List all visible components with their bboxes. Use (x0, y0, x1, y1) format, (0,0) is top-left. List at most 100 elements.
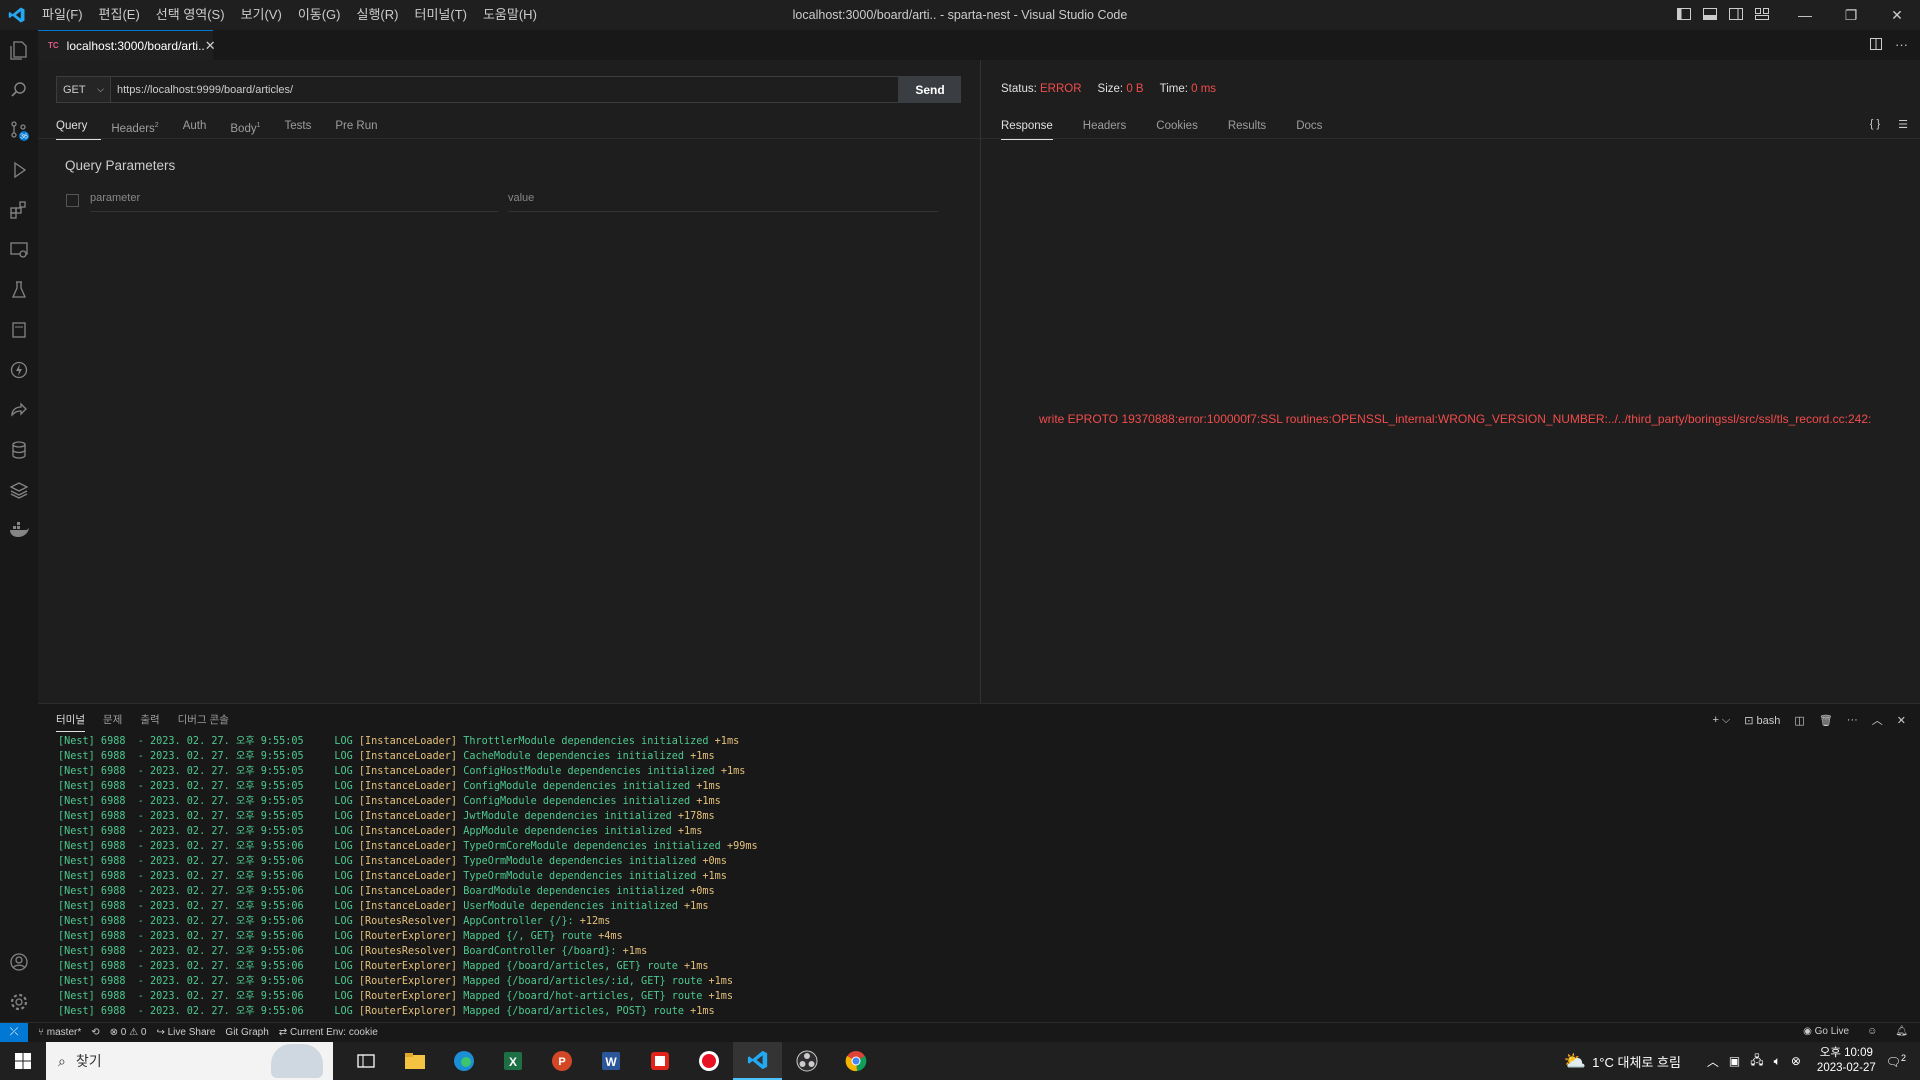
toggle-panel-icon[interactable] (1702, 6, 1718, 22)
split-terminal-icon[interactable]: ◫ (1794, 714, 1804, 727)
notifications-bell-icon[interactable]: 🔔︎ (1895, 1026, 1908, 1037)
tab-problems[interactable]: 문제 (103, 712, 122, 732)
chrome-icon[interactable] (831, 1042, 880, 1080)
word-icon[interactable]: W (586, 1042, 635, 1080)
feedback-icon[interactable]: ☺ (1867, 1026, 1877, 1037)
database-icon[interactable] (0, 430, 38, 470)
param-value-input[interactable]: value (508, 188, 938, 212)
maximize-panel-icon[interactable]: ︿ (1872, 712, 1883, 728)
split-editor-icon[interactable] (1869, 37, 1883, 54)
explorer-icon[interactable] (0, 30, 38, 70)
vscode-icon[interactable] (733, 1042, 782, 1080)
file-explorer-icon[interactable] (390, 1042, 439, 1080)
env-indicator[interactable]: ⇄ Current Env: cookie (279, 1027, 378, 1038)
log-prefix: [Nest] 6988 - 2023. 02. 27. 오후 9:55:05 (58, 736, 304, 747)
chevron-up-icon[interactable]: ︿ (1707, 1053, 1719, 1070)
remote-indicator-icon[interactable]: ⤫ (0, 1022, 28, 1043)
editor-tab-thunder-request[interactable]: TC localhost:3000/board/arti.. ✕ (38, 30, 216, 60)
tab-output[interactable]: 출력 (140, 712, 159, 732)
battery-icon[interactable]: ⊗ (1791, 1054, 1801, 1068)
url-input[interactable]: https://localhost:9999/board/articles/ (111, 76, 899, 103)
run-debug-icon[interactable] (0, 150, 38, 190)
tab-tests[interactable]: Tests (285, 116, 326, 140)
menu-go[interactable]: 이동(G) (290, 0, 349, 30)
menu-file[interactable]: 파일(F) (34, 0, 91, 30)
obs-icon[interactable] (782, 1042, 831, 1080)
volume-icon[interactable]: 🔈︎ (1774, 1054, 1781, 1069)
extensions-icon[interactable] (0, 190, 38, 230)
weather-icon[interactable]: ⛅ (1564, 1051, 1586, 1072)
testing-icon[interactable] (0, 270, 38, 310)
more-panel-icon[interactable]: ··· (1847, 714, 1858, 726)
thunder-client-icon[interactable] (0, 350, 38, 390)
menu-run[interactable]: 실행(R) (349, 0, 407, 30)
problems-indicator[interactable]: ⊗ 0 ⚠ 0 (110, 1027, 147, 1038)
toggle-secondary-sidebar-icon[interactable] (1728, 6, 1744, 22)
send-button[interactable]: Send (899, 76, 961, 103)
edge-icon[interactable] (439, 1042, 488, 1080)
weather-text[interactable]: 1°C 대체로 흐림 (1592, 1052, 1681, 1071)
restore-icon[interactable]: ❐ (1828, 0, 1874, 30)
terminal-output[interactable]: [Nest] 6988 - 2023. 02. 27. 오후 9:55:05 L… (58, 734, 758, 1019)
tab-query[interactable]: Query (56, 116, 102, 140)
close-window-icon[interactable]: ✕ (1874, 0, 1920, 30)
docker-icon[interactable] (0, 510, 38, 550)
recorder-icon[interactable] (684, 1042, 733, 1080)
notification-center-icon[interactable]: 🗨︎2 (1886, 1053, 1906, 1069)
live-share-icon[interactable] (0, 390, 38, 430)
tab-cookies[interactable]: Cookies (1156, 116, 1198, 140)
go-live-button[interactable]: ◉ Go Live (1803, 1026, 1849, 1037)
terminal-shell-label[interactable]: ⊡ bash (1744, 714, 1780, 727)
clock[interactable]: 오후 10:09 2023-02-27 (1817, 1046, 1876, 1076)
taskbar-search[interactable]: ⌕ 찾기 (46, 1042, 333, 1080)
tab-terminal[interactable]: 터미널 (56, 712, 85, 732)
powerpoint-icon[interactable]: P (537, 1042, 586, 1080)
menu-terminal[interactable]: 터미널(T) (406, 0, 474, 30)
tab-results[interactable]: Results (1228, 116, 1266, 140)
close-panel-icon[interactable]: ✕ (1897, 714, 1906, 727)
new-terminal-icon[interactable]: + ⌵ (1712, 714, 1730, 727)
customize-layout-icon[interactable] (1754, 6, 1770, 22)
search-icon[interactable] (0, 70, 38, 110)
network-icon[interactable]: 🖧 (1750, 1051, 1763, 1072)
tab-debug-console[interactable]: 디버그 콘솔 (178, 712, 229, 732)
menu-selection[interactable]: 선택 영역(S) (148, 0, 233, 30)
source-control-icon[interactable]: 36 (0, 110, 38, 150)
more-actions-icon[interactable]: ··· (1895, 37, 1908, 54)
tab-pre-run[interactable]: Pre Run (335, 116, 391, 140)
svg-text:X: X (508, 1055, 516, 1069)
excel-icon[interactable]: X (488, 1042, 537, 1080)
task-view-icon[interactable] (341, 1042, 390, 1080)
account-icon[interactable] (0, 942, 38, 982)
menu-edit[interactable]: 편집(E) (91, 0, 148, 30)
tab-auth[interactable]: Auth (183, 116, 221, 140)
windows-start-icon[interactable] (0, 1042, 46, 1080)
param-name-input[interactable]: parameter (90, 188, 498, 212)
menu-help[interactable]: 도움말(H) (475, 0, 545, 30)
kill-terminal-icon[interactable]: 🗑 (1819, 714, 1833, 727)
toggle-primary-sidebar-icon[interactable] (1676, 6, 1692, 22)
method-select[interactable]: GET ⌵ (56, 76, 111, 103)
menu-lines-icon[interactable]: ☰ (1898, 118, 1908, 131)
tab-body[interactable]: Body1 (230, 116, 274, 140)
pdf-reader-icon[interactable] (635, 1042, 684, 1080)
live-share-button[interactable]: ↪ Live Share (156, 1027, 215, 1038)
settings-gear-icon[interactable] (0, 982, 38, 1022)
tab-headers[interactable]: Headers2 (111, 116, 172, 140)
remote-explorer-icon[interactable] (0, 230, 38, 270)
tab-response-headers[interactable]: Headers (1083, 116, 1126, 140)
git-graph-button[interactable]: Git Graph (225, 1027, 268, 1038)
tab-docs[interactable]: Docs (1296, 116, 1322, 140)
minimize-icon[interactable]: — (1782, 0, 1828, 30)
close-tab-icon[interactable]: ✕ (205, 38, 216, 54)
layers-icon[interactable] (0, 470, 38, 510)
log-duration: +1ms (690, 751, 715, 762)
tab-response[interactable]: Response (1001, 116, 1053, 140)
sync-icon[interactable]: ⟲ (91, 1027, 99, 1038)
camera-icon[interactable]: ▣ (1729, 1054, 1740, 1068)
branch-indicator[interactable]: ⑂ master* (38, 1027, 81, 1038)
notebook-icon[interactable] (0, 310, 38, 350)
param-enable-checkbox[interactable] (66, 194, 79, 207)
menu-view[interactable]: 보기(V) (233, 0, 290, 30)
format-json-icon[interactable]: { } (1870, 118, 1880, 131)
